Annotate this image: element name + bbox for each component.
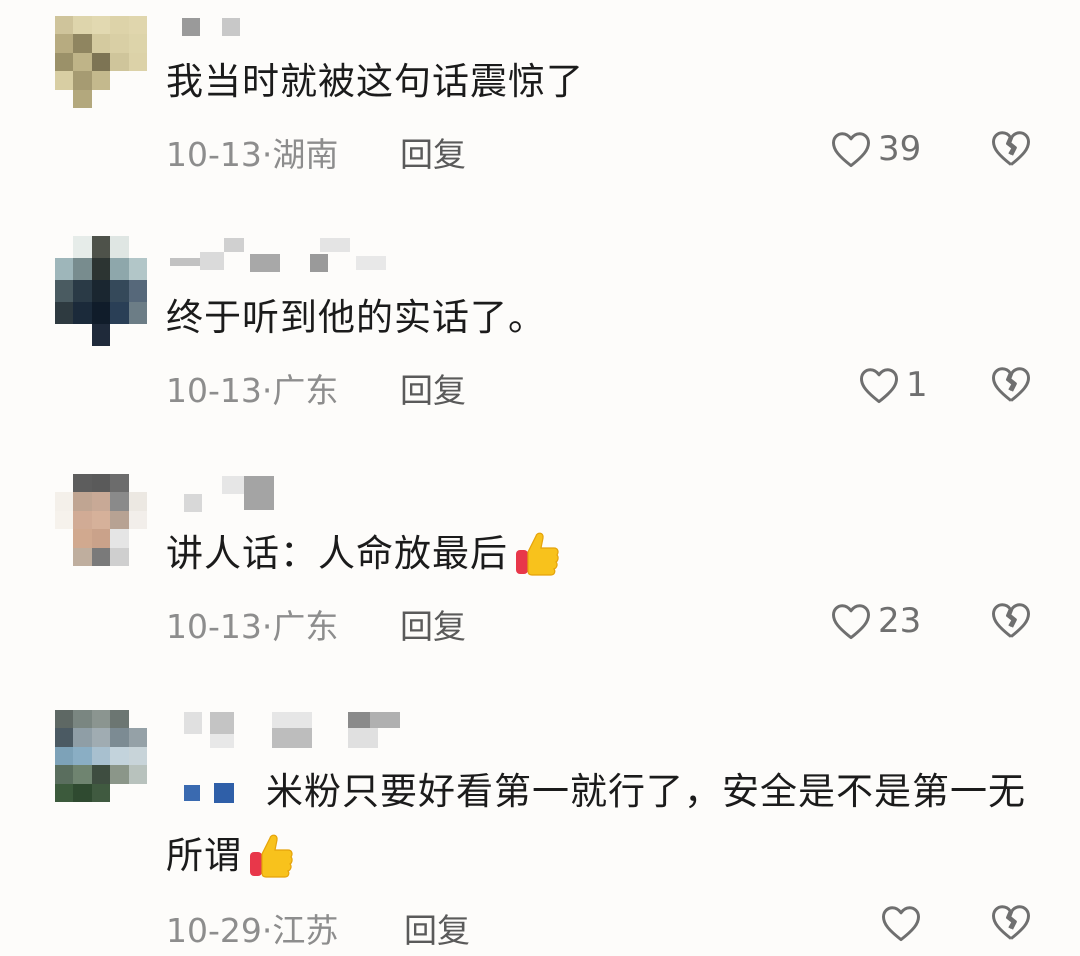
dislike-button[interactable] <box>990 600 1032 642</box>
heart-outline-icon <box>832 132 870 168</box>
comment-text: 米粉只要好看第一就行了，安全是不是第一无所谓 <box>166 760 1026 888</box>
comment-date: 10-29 <box>166 911 262 950</box>
username-blurred[interactable] <box>170 476 280 512</box>
heart-outline-icon <box>860 368 898 404</box>
meta-separator: · <box>261 607 273 646</box>
dislike-button[interactable] <box>990 364 1032 406</box>
dislike-button[interactable] <box>990 902 1032 944</box>
comment-meta: 10-29·江苏 <box>166 904 338 952</box>
comment-text-content: 米粉只要好看第一就行了，安全是不是第一无所谓 <box>166 770 1026 877</box>
like-count: 39 <box>878 129 922 169</box>
comment-text-content: 讲人话：人命放最后 <box>166 532 508 575</box>
avatar[interactable] <box>55 474 147 566</box>
meta-separator: · <box>261 911 273 950</box>
broken-heart-icon <box>992 603 1030 638</box>
reply-button[interactable]: 回复 <box>404 904 470 952</box>
comment-meta: 10-13·广东 <box>166 600 338 648</box>
comment-location: 广东 <box>272 371 339 410</box>
avatar[interactable] <box>55 236 147 346</box>
avatar[interactable] <box>55 16 147 108</box>
comment-date: 10-13 <box>166 607 262 646</box>
comment-text: 我当时就被这句话震惊了 <box>166 60 584 103</box>
like-count: 1 <box>906 365 928 405</box>
reply-button[interactable]: 回复 <box>400 128 466 176</box>
broken-heart-icon <box>992 131 1030 166</box>
badge-blurred <box>166 781 236 807</box>
avatar[interactable] <box>55 710 147 802</box>
username-blurred[interactable] <box>170 712 410 748</box>
meta-separator: · <box>261 371 273 410</box>
dislike-button[interactable] <box>990 128 1032 170</box>
comment-meta: 10-13·湖南 <box>166 128 338 176</box>
comment-location: 湖南 <box>272 135 339 174</box>
like-button[interactable]: 39 <box>830 126 950 172</box>
comment-location: 江苏 <box>272 911 339 950</box>
like-button[interactable]: 23 <box>830 598 950 644</box>
heart-outline-icon <box>832 604 870 640</box>
heart-outline-icon <box>882 906 920 942</box>
comment-list: 我当时就被这句话震惊了 10-13·湖南 回复 39 终于听到他的实话了。 10… <box>0 0 1080 956</box>
like-count: 23 <box>878 601 922 641</box>
comment-text: 终于听到他的实话了。 <box>166 296 546 339</box>
thumbs-up-emoji <box>250 834 293 878</box>
comment-meta: 10-13·广东 <box>166 364 338 412</box>
comment-date: 10-13 <box>166 371 262 410</box>
like-button[interactable]: 1 <box>858 362 978 408</box>
broken-heart-icon <box>992 367 1030 402</box>
comment-text: 讲人话：人命放最后 <box>166 522 560 586</box>
broken-heart-icon <box>992 905 1030 940</box>
reply-button[interactable]: 回复 <box>400 364 466 412</box>
username-blurred[interactable] <box>170 238 410 272</box>
username-blurred[interactable] <box>170 14 250 44</box>
thumbs-up-emoji <box>516 532 559 576</box>
like-button[interactable] <box>880 900 1000 946</box>
comment-location: 广东 <box>272 607 339 646</box>
comment-date: 10-13 <box>166 135 262 174</box>
meta-separator: · <box>261 135 273 174</box>
reply-button[interactable]: 回复 <box>400 600 466 648</box>
